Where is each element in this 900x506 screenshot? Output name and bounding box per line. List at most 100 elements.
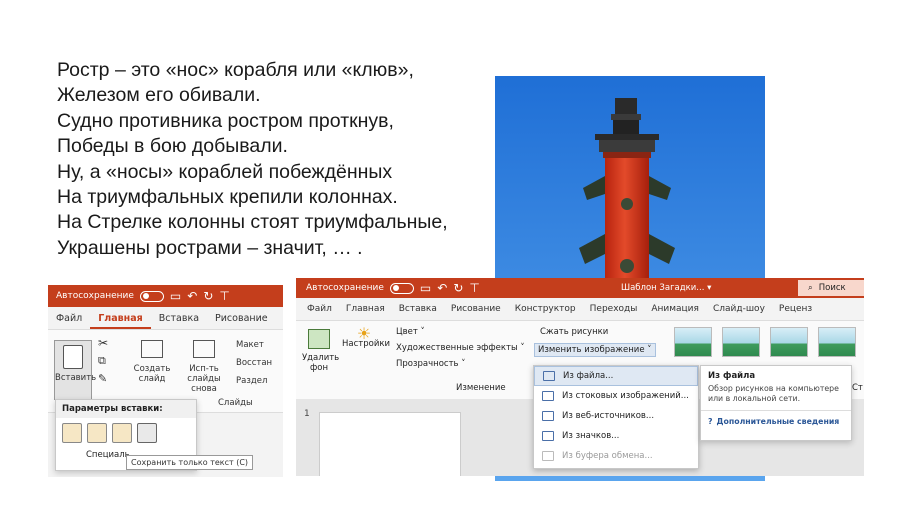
poem-line: На Стрелке колонны стоят триумфальные, [57,211,448,234]
folder-image-icon [543,371,555,381]
new-slide-label: Создать слайд [133,364,171,384]
change-picture-button[interactable]: Изменить изображение ˅ [534,343,656,357]
remove-background-button[interactable]: Удалить фон [302,329,340,373]
menu-item-clipboard[interactable]: Из буфера обмена... [534,446,698,466]
autosave-toggle[interactable] [389,282,414,294]
tab-draw[interactable]: Рисование [444,304,508,314]
poem-line: Железом его обивали. [57,84,261,107]
remove-background-label: Удалить фон [302,353,340,373]
reuse-slides-button[interactable]: Исп-ть слайды снова [178,340,230,394]
paste-destination-theme-icon[interactable] [62,423,82,443]
color-button[interactable]: Цвет ˅ [396,327,425,337]
poem-line: Украшены рострами – значит, … . [57,236,363,259]
poem-line: Ростр – это «нос» корабля или «клюв», [57,59,414,81]
reuse-slides-label: Исп-ть слайды снова [187,364,221,394]
globe-image-icon [542,411,554,421]
picture-style-thumb[interactable] [674,327,712,357]
search-label: Поиск [818,283,846,293]
menu-item-label: Из буфера обмена... [562,451,653,461]
paste-keep-source-icon[interactable] [87,423,107,443]
paste-picture-icon[interactable] [112,423,132,443]
stock-images-icon [542,391,554,401]
menu-item-label: Из значков... [562,431,620,441]
tab-animations[interactable]: Анимация [644,304,706,314]
title-bar: Автосохранение ▭ ↶ ↻ ⊤ [48,285,283,307]
menu-item-online[interactable]: Из веб-источников... [534,406,698,426]
group-adjust-label: Изменение [456,383,506,393]
search-box[interactable]: ⌕ Поиск [798,280,864,296]
picture-style-thumb[interactable] [818,327,856,357]
corrections-button[interactable]: ☀ Настройки [342,324,390,350]
poem-line: На триумфальных крепили колоннах. [57,186,398,209]
document-title[interactable]: Шаблон Загадки... ▾ [621,283,711,293]
autosave-toggle[interactable] [139,290,164,302]
tab-review[interactable]: Реценз [772,304,819,314]
menu-item-icons[interactable]: Из значков... [534,426,698,446]
clipboard-icon [542,451,554,461]
poem-line: Ну, а «носы» кораблей побеждённых [57,160,393,183]
help-icon: ? [708,417,713,426]
change-picture-screenshot: Автосохранение ▭ ↶ ↻ ⊤ Шаблон Загадки...… [296,278,864,476]
poem-line: Судно противника ростром проткнув, [57,109,394,132]
redo-icon[interactable]: ↻ [203,289,213,303]
present-icon[interactable]: ⊤ [219,289,229,303]
icons-icon [542,431,554,441]
sun-icon: ☀ [356,324,372,343]
paste-label: Вставить [55,373,97,383]
redo-icon[interactable]: ↻ [453,281,463,295]
tab-draw[interactable]: Рисование [207,313,276,329]
group-slides-label: Слайды [218,398,253,408]
tab-insert[interactable]: Вставка [392,304,444,314]
tab-design[interactable]: Конструктор [508,304,583,314]
paste-button[interactable]: Вставить [54,340,96,400]
keep-text-only-tooltip: Сохранить только текст (C) [126,455,254,470]
tab-file[interactable]: Файл [300,304,339,314]
remove-background-icon [308,329,330,349]
styles-group-label: Ст [852,383,863,393]
change-picture-menu: Из файла... Из стоковых изображений... И… [533,365,699,469]
search-icon: ⌕ [808,283,813,293]
menu-item-label: Из файла... [563,371,614,381]
transparency-button[interactable]: Прозрачность ˅ [396,359,465,369]
present-icon[interactable]: ⊤ [469,281,479,295]
menu-item-stock-images[interactable]: Из стоковых изображений... [534,386,698,406]
picture-style-thumb[interactable] [722,327,760,357]
slide-thumbnail[interactable] [319,412,461,476]
tab-transitions[interactable]: Переходы [583,304,645,314]
menu-item-from-file[interactable]: Из файла... [534,366,698,386]
more-info-label: Дополнительные сведения [716,417,840,426]
corrections-label: Настройки [342,339,391,349]
save-icon[interactable]: ▭ [420,281,431,295]
tab-file[interactable]: Файл [48,313,90,329]
reset-button[interactable]: Восстан [236,358,272,368]
reuse-slides-icon [193,340,215,358]
paste-options-icons [56,418,196,448]
autosave-label: Автосохранение [56,291,134,301]
artistic-effects-button[interactable]: Художественные эффекты ˅ [396,343,525,353]
poem-line: Победы в бою добывали. [57,135,288,158]
section-button[interactable]: Раздел [236,376,267,386]
ribbon-tabs: Файл Главная Вставка Рисование [48,307,283,329]
compress-pictures-button[interactable]: Сжать рисунки [540,327,608,337]
autosave-label: Автосохранение [306,283,384,293]
tab-home[interactable]: Главная [339,304,392,314]
picture-styles-gallery [674,327,856,357]
poem-text: Ростр – это «нос» корабля или «клюв», Же… [57,58,497,261]
layout-button[interactable]: Макет [236,340,264,350]
paste-menu-screenshot: Автосохранение ▭ ↶ ↻ ⊤ Файл Главная Вста… [48,285,283,477]
from-file-tooltip: Из файла Обзор рисунков на компьютере ил… [700,365,852,441]
picture-style-thumb[interactable] [770,327,808,357]
new-slide-button[interactable]: Создать слайд [132,340,172,384]
more-info-link[interactable]: ? Дополнительные сведения [701,410,851,426]
undo-icon[interactable]: ↶ [187,289,197,303]
tab-insert[interactable]: Вставка [151,313,207,329]
format-painter-icon[interactable]: ✎ [98,373,107,384]
tab-home[interactable]: Главная [90,313,151,329]
clipboard-icon [63,345,83,369]
save-icon[interactable]: ▭ [170,289,181,303]
tab-slideshow[interactable]: Слайд-шоу [706,304,772,314]
copy-icon[interactable]: ⧉ [98,355,106,366]
cut-icon[interactable]: ✂ [98,337,108,349]
paste-text-only-icon[interactable] [137,423,157,443]
undo-icon[interactable]: ↶ [437,281,447,295]
